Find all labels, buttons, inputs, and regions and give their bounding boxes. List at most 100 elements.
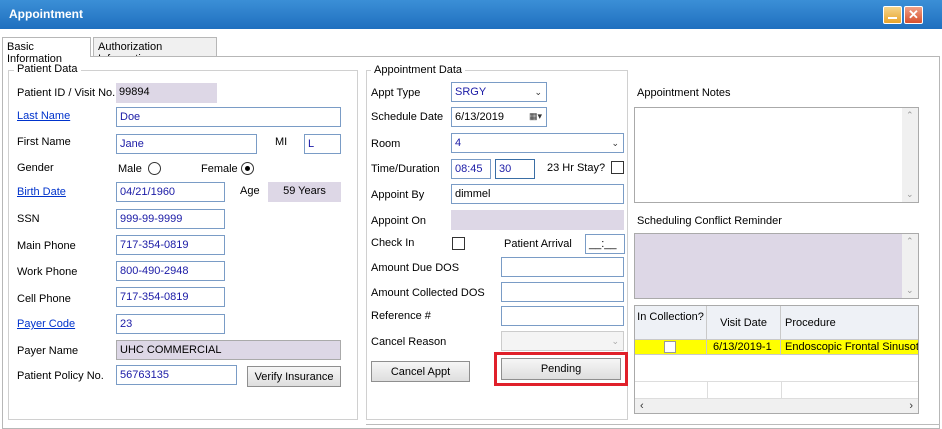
- appoint-on-label: Appoint On: [371, 215, 427, 227]
- chevron-down-icon: ⌄: [611, 336, 619, 346]
- schedule-date-value: 6/13/2019: [455, 111, 504, 123]
- chevron-down-icon[interactable]: ⌄: [906, 189, 914, 200]
- birth-date-link[interactable]: Birth Date: [17, 186, 66, 198]
- schedule-date-picker[interactable]: 6/13/2019 ▦▾: [451, 107, 547, 127]
- time-field[interactable]: 08:45: [451, 159, 491, 179]
- chevron-up-icon[interactable]: ⌃: [906, 110, 914, 121]
- grid-empty-row: [635, 355, 918, 382]
- duration-field[interactable]: 30: [495, 159, 535, 179]
- age-label: Age: [240, 185, 260, 197]
- male-label: Male: [118, 163, 142, 175]
- female-radio[interactable]: [241, 162, 254, 175]
- room-value: 4: [455, 137, 462, 149]
- grid-horizontal-scrollbar[interactable]: ‹ ›: [635, 398, 918, 413]
- cell-phone-field[interactable]: 717-354-0819: [116, 287, 225, 307]
- title-bar: Appointment ✕: [0, 0, 942, 29]
- grid-header-visit-date[interactable]: Visit Date: [707, 306, 781, 340]
- appt-type-value: SRGY: [455, 86, 487, 98]
- work-phone-field[interactable]: 800-490-2948: [116, 261, 225, 281]
- male-radio[interactable]: [148, 162, 161, 175]
- conflict-reminder-box: ⌃ ⌄: [634, 233, 919, 299]
- chevron-left-icon[interactable]: ‹: [640, 400, 644, 412]
- female-label: Female: [201, 163, 238, 175]
- minimize-button[interactable]: [883, 6, 902, 24]
- grid-cell-in-collection: [635, 340, 707, 355]
- patient-arrival-field[interactable]: __:__: [585, 234, 625, 254]
- check-in-checkbox[interactable]: [452, 237, 465, 250]
- appt-type-select[interactable]: SRGY ⌄: [451, 82, 547, 102]
- main-phone-field[interactable]: 717-354-0819: [116, 235, 225, 255]
- chevron-down-icon: ⌄: [534, 87, 542, 97]
- notes-scrollbar[interactable]: ⌃ ⌄: [902, 108, 918, 202]
- first-name-label: First Name: [17, 136, 71, 148]
- work-phone-label: Work Phone: [17, 266, 78, 278]
- last-name-field[interactable]: Doe: [116, 107, 341, 127]
- ssn-field[interactable]: 999-99-9999: [116, 209, 225, 229]
- first-name-field[interactable]: Jane: [116, 134, 257, 154]
- policy-no-label: Patient Policy No.: [17, 370, 104, 382]
- payer-code-link[interactable]: Payer Code: [17, 318, 75, 330]
- appoint-on-field: [451, 210, 624, 230]
- close-button[interactable]: ✕: [904, 6, 923, 24]
- tab-authorization-information[interactable]: Authorization Information: [93, 37, 217, 65]
- payer-name-field: UHC COMMERCIAL: [116, 340, 341, 360]
- gender-label: Gender: [17, 162, 54, 174]
- amount-collected-label: Amount Collected DOS: [371, 287, 485, 299]
- reference-field[interactable]: [501, 306, 624, 326]
- tab-basic-information[interactable]: Basic Information: [2, 37, 91, 65]
- appointment-notes-label: Appointment Notes: [637, 87, 731, 99]
- cancel-reason-label: Cancel Reason: [371, 336, 447, 348]
- appointment-data-title: Appointment Data: [371, 64, 466, 76]
- grid-header-in-collection[interactable]: In Collection?: [635, 306, 707, 340]
- stay-label: 23 Hr Stay?: [547, 162, 606, 174]
- chevron-up-icon[interactable]: ⌃: [906, 236, 914, 247]
- cancel-appt-button[interactable]: Cancel Appt: [371, 361, 470, 382]
- main-phone-label: Main Phone: [17, 240, 76, 252]
- age-field: 59 Years: [268, 182, 341, 202]
- patient-arrival-label: Patient Arrival: [504, 238, 572, 250]
- calendar-icon[interactable]: ▦▾: [529, 111, 542, 122]
- chevron-right-icon[interactable]: ›: [909, 400, 913, 412]
- payer-name-label: Payer Name: [17, 345, 79, 357]
- patient-id-label: Patient ID / Visit No.: [17, 87, 116, 99]
- stay-checkbox[interactable]: [611, 161, 624, 174]
- visits-grid: In Collection? Visit Date Procedure 6/13…: [634, 305, 919, 414]
- patient-id-field: 99894: [116, 83, 217, 103]
- chevron-down-icon[interactable]: ⌄: [906, 285, 914, 296]
- last-name-link[interactable]: Last Name: [17, 110, 70, 122]
- policy-no-field[interactable]: 56763135: [116, 365, 237, 385]
- room-label: Room: [371, 138, 401, 150]
- lower-panel-edge: [366, 424, 940, 425]
- room-select[interactable]: 4 ⌄: [451, 133, 624, 153]
- window-title: Appointment: [9, 7, 83, 21]
- birth-date-field[interactable]: 04/21/1960: [116, 182, 225, 202]
- cell-phone-label: Cell Phone: [17, 293, 71, 305]
- mi-field[interactable]: L: [304, 134, 341, 154]
- grid-divider: [781, 382, 782, 398]
- amount-collected-field[interactable]: [501, 282, 624, 302]
- ssn-label: SSN: [17, 213, 40, 225]
- grid-header-procedure[interactable]: Procedure: [781, 306, 918, 340]
- cancel-reason-select[interactable]: ⌄: [501, 331, 624, 351]
- grid-cell-visit-date[interactable]: 6/13/2019-1: [707, 340, 781, 355]
- verify-insurance-button[interactable]: Verify Insurance: [247, 366, 341, 387]
- mi-label: MI: [275, 136, 288, 148]
- schedule-date-label: Schedule Date: [371, 111, 444, 123]
- pending-button[interactable]: Pending: [501, 358, 621, 380]
- reference-label: Reference #: [371, 310, 431, 322]
- check-in-label: Check In: [371, 237, 415, 249]
- time-duration-label: Time/Duration: [371, 163, 440, 175]
- appointment-notes-textarea[interactable]: ⌃ ⌄: [634, 107, 919, 203]
- payer-code-field[interactable]: 23: [116, 314, 225, 334]
- amount-due-label: Amount Due DOS: [371, 262, 460, 274]
- appoint-by-field[interactable]: dimmel: [451, 184, 624, 204]
- in-collection-checkbox[interactable]: [664, 341, 676, 353]
- grid-divider: [707, 382, 708, 398]
- conflict-scrollbar[interactable]: ⌃ ⌄: [902, 234, 918, 298]
- grid-cell-procedure[interactable]: Endoscopic Frontal Sinusoto: [781, 340, 918, 355]
- chevron-down-icon: ⌄: [611, 138, 619, 148]
- appoint-by-label: Appoint By: [371, 189, 425, 201]
- amount-due-field[interactable]: [501, 257, 624, 277]
- appt-type-label: Appt Type: [371, 87, 421, 99]
- conflict-reminder-label: Scheduling Conflict Reminder: [637, 215, 782, 227]
